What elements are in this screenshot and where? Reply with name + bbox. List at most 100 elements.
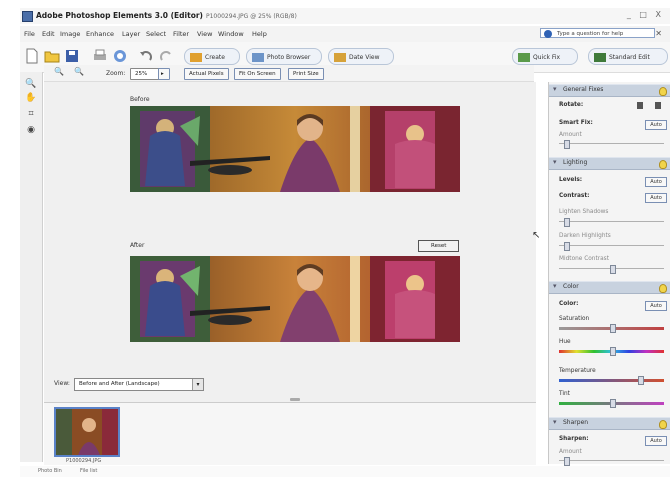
contrast-auto-button[interactable]: Auto: [645, 193, 667, 203]
file-list-toggle[interactable]: File list: [80, 468, 97, 474]
zoom-tool-icon[interactable]: 🔍: [25, 78, 37, 90]
sharpen-amount-label: Amount: [559, 449, 582, 455]
hue-slider[interactable]: [609, 347, 616, 356]
collapse-icon: ▾: [553, 158, 557, 166]
smart-fix-auto-button[interactable]: Auto: [645, 120, 667, 130]
lighting-header[interactable]: ▾ Lighting: [549, 157, 670, 170]
tip-bulb-icon[interactable]: [659, 420, 667, 429]
quick-fix-button[interactable]: Quick Fix: [512, 48, 578, 65]
close-doc-icon[interactable]: ✕: [655, 29, 662, 38]
levels-label: Levels:: [559, 177, 583, 183]
menu-help[interactable]: Help: [252, 30, 267, 38]
actual-pixels-button[interactable]: Actual Pixels: [184, 68, 229, 80]
reset-button[interactable]: Reset: [418, 240, 460, 252]
saturation-label: Saturation: [559, 316, 590, 322]
color-title: Color: [563, 283, 579, 290]
hue-label: Hue: [559, 339, 571, 345]
menu-filter[interactable]: Filter: [173, 30, 189, 38]
lighten-shadows-track: [559, 221, 664, 222]
fit-on-screen-button[interactable]: Fit On Screen: [234, 68, 281, 80]
zoom-in-icon[interactable]: 🔍: [54, 67, 64, 76]
date-view-button[interactable]: Date View: [328, 48, 394, 65]
temperature-slider[interactable]: [637, 376, 644, 385]
window-controls[interactable]: _ □ X: [627, 10, 664, 19]
photo-browser-label: Photo Browser: [267, 54, 311, 61]
color-auto-button[interactable]: Auto: [645, 301, 667, 311]
temperature-label: Temperature: [559, 368, 596, 374]
menu-edit[interactable]: Edit: [42, 30, 55, 38]
tip-bulb-icon[interactable]: [659, 284, 667, 293]
menu-layer[interactable]: Layer: [122, 30, 140, 38]
before-photo[interactable]: [130, 106, 460, 192]
file-title: P1000294.JPG @ 25% (RGB/8): [206, 13, 297, 20]
collapse-icon: ▾: [553, 418, 557, 426]
color-label: Color:: [559, 301, 579, 307]
photo-bin-thumbnail[interactable]: [54, 407, 120, 457]
menu-enhance[interactable]: Enhance: [86, 30, 114, 38]
view-select[interactable]: Before and After (Landscape) ▾: [74, 378, 204, 391]
menu-window[interactable]: Window: [218, 30, 244, 38]
title-bar: Adobe Photoshop Elements 3.0 (Editor) P10…: [20, 8, 670, 24]
zoom-label: Zoom:: [106, 70, 126, 77]
standard-edit-button[interactable]: Standard Edit: [588, 48, 668, 65]
crop-tool-icon[interactable]: ⌗: [25, 108, 37, 120]
sharpen-amount-track: [559, 460, 664, 461]
darken-highlights-label: Darken Highlights: [559, 233, 611, 239]
sharpen-header[interactable]: ▾ Sharpen: [549, 417, 670, 430]
rotate-left-icon[interactable]: [635, 100, 645, 110]
collapse-icon: ▾: [553, 282, 557, 290]
saturation-slider[interactable]: [609, 324, 616, 333]
tint-slider[interactable]: [609, 399, 616, 408]
color-header[interactable]: ▾ Color: [549, 281, 670, 294]
status-bar: Photo Bin File list: [20, 466, 670, 477]
tint-label: Tint: [559, 391, 570, 397]
menu-select[interactable]: Select: [146, 30, 166, 38]
save-icon[interactable]: [64, 48, 80, 64]
quick-fix-canvas: Before After Reset View: Before and Afte…: [44, 82, 536, 402]
smart-fix-amount-slider[interactable]: [564, 140, 571, 149]
standard-edit-label: Standard Edit: [609, 54, 650, 61]
sharpen-amount-slider[interactable]: [564, 457, 571, 466]
sharpen-auto-button[interactable]: Auto: [645, 436, 667, 446]
menu-view[interactable]: View: [197, 30, 212, 38]
mouse-cursor-icon: ↖: [532, 230, 541, 241]
general-fixes-header[interactable]: ▾ General Fixes: [549, 84, 670, 97]
quick-fix-palette: ▾ General Fixes Rotate: Smart Fix: Auto A…: [548, 82, 670, 466]
new-file-icon[interactable]: [24, 48, 40, 64]
quick-fix-label: Quick Fix: [533, 54, 561, 61]
zoom-out-icon[interactable]: 🔍: [74, 67, 84, 76]
rotate-label: Rotate:: [559, 102, 584, 108]
photo-browser-button[interactable]: Photo Browser: [246, 48, 322, 65]
rotate-right-icon[interactable]: [653, 100, 663, 110]
after-photo[interactable]: [130, 256, 460, 342]
lighten-shadows-slider[interactable]: [564, 218, 571, 227]
midtone-contrast-slider[interactable]: [609, 265, 616, 274]
resize-handle[interactable]: [290, 398, 300, 401]
zoom-stepper-icon[interactable]: ▸: [158, 68, 170, 80]
hand-tool-icon[interactable]: ✋: [25, 92, 37, 104]
menu-image[interactable]: Image: [60, 30, 80, 38]
redo-icon[interactable]: [158, 48, 174, 64]
photo-bin-toggle[interactable]: Photo Bin: [38, 468, 62, 474]
open-folder-icon[interactable]: [44, 48, 60, 64]
darken-highlights-slider[interactable]: [564, 242, 571, 251]
print-size-button[interactable]: Print Size: [288, 68, 324, 80]
menu-file[interactable]: File: [24, 30, 35, 38]
photoshop-logo-icon: [22, 11, 33, 22]
undo-icon[interactable]: [138, 48, 154, 64]
quick-fix-icon: [518, 53, 530, 62]
red-eye-tool-icon[interactable]: ◉: [25, 124, 37, 136]
darken-highlights-track: [559, 245, 664, 246]
levels-auto-button[interactable]: Auto: [645, 177, 667, 187]
print-icon[interactable]: [92, 48, 108, 64]
tip-bulb-icon[interactable]: [659, 87, 667, 96]
help-search-input[interactable]: Type a question for help: [540, 28, 655, 38]
date-view-label: Date View: [349, 54, 380, 61]
chevron-down-icon: ▾: [192, 379, 203, 390]
online-services-icon[interactable]: [112, 48, 128, 64]
help-placeholder: Type a question for help: [557, 31, 624, 37]
create-button[interactable]: Create: [184, 48, 240, 65]
temperature-track: [559, 379, 664, 382]
tip-bulb-icon[interactable]: [659, 160, 667, 169]
sharpen-label: Sharpen:: [559, 436, 589, 442]
